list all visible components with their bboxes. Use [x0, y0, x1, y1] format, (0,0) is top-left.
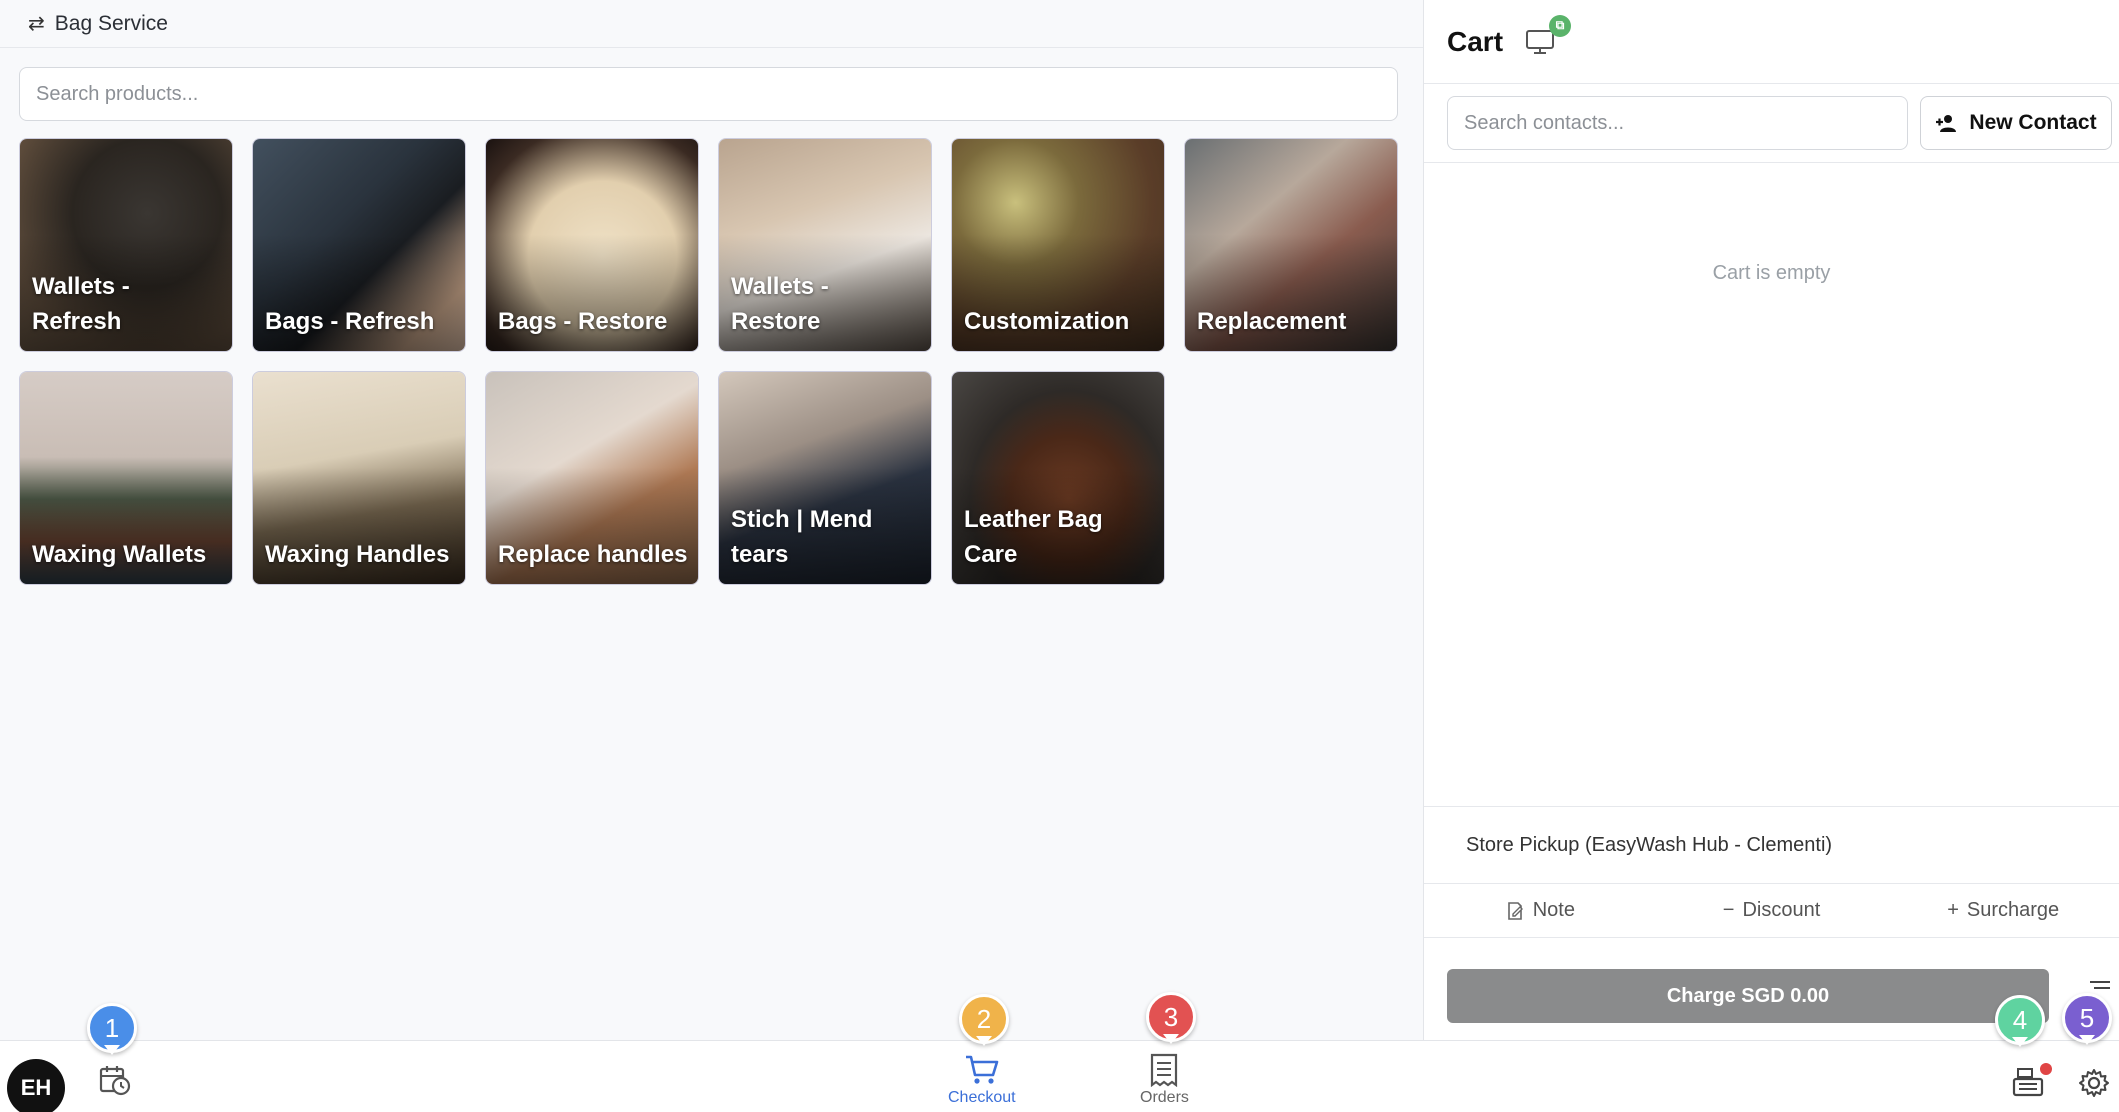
swap-arrows-icon[interactable]: ⇄	[28, 11, 45, 36]
display-connected-badge: ⧉	[1549, 14, 1572, 37]
note-label: Note	[1532, 899, 1575, 921]
discount-label: Discount	[1742, 899, 1821, 921]
plus-icon: +	[1947, 899, 1959, 921]
product-tile-customization[interactable]: Customization	[951, 138, 1165, 352]
product-tile-wallets-restore[interactable]: Wallets - Restore	[718, 138, 932, 352]
product-tile-bags-refresh[interactable]: Bags - Refresh	[252, 138, 466, 352]
product-tile-wallets-refresh[interactable]: Wallets - Refresh	[19, 138, 233, 352]
cart-actions: Note − Discount + Surcharge	[1424, 884, 2119, 938]
category-header: ⇄ Bag Service	[0, 0, 1423, 48]
product-label: Waxing Wallets	[32, 541, 207, 568]
bottom-nav: EH Checkout Orders	[0, 1040, 2119, 1112]
product-grid: Wallets - Refresh Bags - Refresh Bags - …	[19, 138, 1398, 585]
note-button[interactable]: Note	[1424, 899, 1656, 922]
product-tile-bags-restore[interactable]: Bags - Restore	[485, 138, 699, 352]
product-label: Leather Bag Care	[964, 506, 1103, 568]
product-tile-replacement[interactable]: Replacement	[1184, 138, 1398, 352]
category-title[interactable]: Bag Service	[55, 12, 168, 36]
discount-button[interactable]: − Discount	[1656, 899, 1888, 922]
product-label: Bags - Restore	[498, 308, 668, 335]
product-tile-stich-mend-tears[interactable]: Stich | Mend tears	[718, 371, 932, 585]
marker-3: 3	[1146, 992, 1196, 1046]
nav-checkout[interactable]: Checkout	[948, 1053, 1016, 1107]
product-tile-waxing-wallets[interactable]: Waxing Wallets	[19, 371, 233, 585]
marker-1: 1	[87, 1003, 137, 1057]
minus-icon: −	[1722, 899, 1735, 921]
contact-search-input[interactable]	[1447, 96, 1908, 150]
product-label: Wallets - Restore	[731, 273, 829, 335]
cart-pane: Cart ⧉ New Contact Cart is empty Store P…	[1423, 0, 2119, 1040]
surcharge-label: Surcharge	[1966, 899, 2060, 921]
product-label: Replace handles	[498, 541, 688, 568]
cart-empty-text: Cart is empty	[1712, 262, 1831, 284]
product-label: Stich | Mend tears	[731, 506, 873, 568]
product-tile-waxing-handles[interactable]: Waxing Handles	[252, 371, 466, 585]
checkout-label: Checkout	[948, 1089, 1016, 1106]
cart-icon	[965, 1055, 999, 1084]
product-label: Wallets - Refresh	[32, 273, 130, 335]
nav-orders[interactable]: Orders	[1140, 1053, 1189, 1107]
marker-4: 4	[1995, 995, 2045, 1049]
add-person-icon	[1936, 115, 1957, 132]
cart-header: Cart ⧉	[1424, 0, 2119, 84]
new-contact-label: New Contact	[1969, 111, 2097, 134]
product-search-input[interactable]	[19, 67, 1398, 121]
divider	[1424, 162, 2119, 163]
cart-title: Cart	[1447, 25, 1504, 57]
settings-button[interactable]	[2078, 1067, 2110, 1099]
calendar-clock-icon	[99, 1066, 131, 1096]
new-contact-button[interactable]: New Contact	[1920, 96, 2112, 150]
charge-button[interactable]: Charge SGD 0.00	[1447, 969, 2049, 1023]
product-search	[19, 67, 1398, 121]
marker-5: 5	[2062, 993, 2112, 1047]
product-label: Replacement	[1197, 308, 1347, 335]
note-edit-icon	[1507, 901, 1523, 920]
gear-icon	[2079, 1069, 2109, 1097]
shift-schedule-button[interactable]	[98, 1063, 132, 1097]
notification-dot	[2040, 1063, 2052, 1075]
customer-display-icon[interactable]: ⧉	[1525, 14, 1572, 55]
cash-register-icon	[2012, 1068, 2044, 1097]
orders-label: Orders	[1140, 1089, 1189, 1106]
receipt-icon	[1151, 1053, 1178, 1087]
product-pane: ⇄ Bag Service Wallets - Refresh Bags - R…	[0, 0, 1423, 1040]
surcharge-button[interactable]: + Surcharge	[1887, 899, 2119, 922]
marker-2: 2	[959, 994, 1009, 1048]
product-tile-replace-handles[interactable]: Replace handles	[485, 371, 699, 585]
fulfillment-selector[interactable]: Store Pickup (EasyWash Hub - Clementi)	[1424, 806, 2119, 884]
product-label: Waxing Handles	[265, 541, 450, 568]
list-icon[interactable]	[2086, 980, 2110, 994]
avatar[interactable]: EH	[7, 1059, 65, 1112]
cash-register-button[interactable]	[2012, 1067, 2044, 1097]
product-label: Customization	[964, 308, 1130, 335]
product-label: Bags - Refresh	[265, 308, 435, 335]
contact-row: New Contact	[1447, 96, 2112, 150]
product-tile-leather-bag-care[interactable]: Leather Bag Care	[951, 371, 1165, 585]
